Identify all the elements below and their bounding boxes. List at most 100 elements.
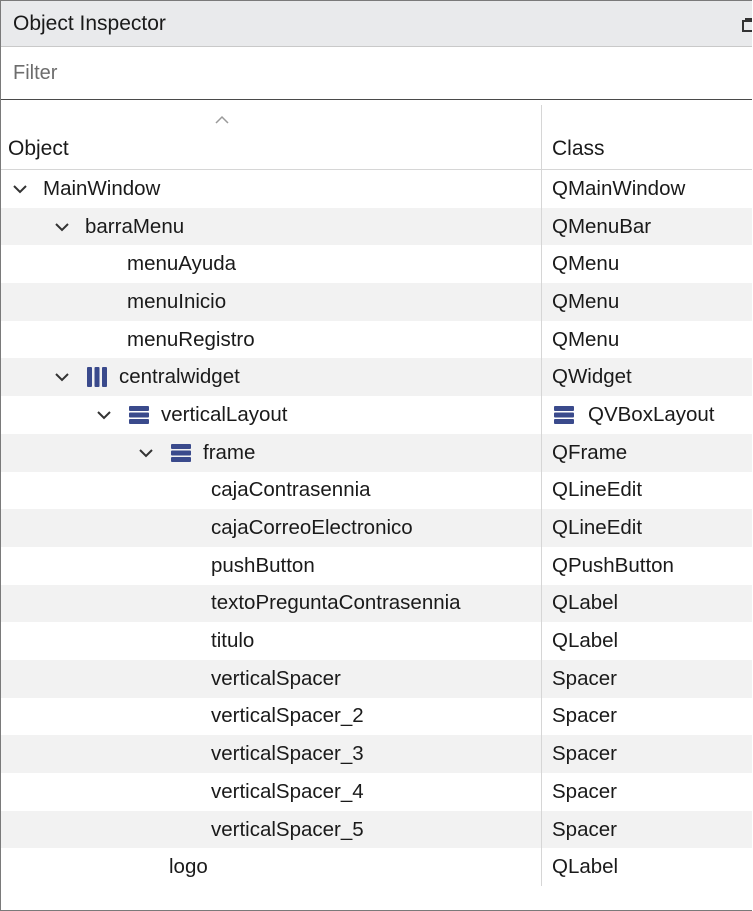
- object-name: menuRegistro: [127, 327, 255, 351]
- class-name: QMainWindow: [552, 176, 686, 200]
- class-cell[interactable]: Spacer: [542, 698, 752, 736]
- column-header-class[interactable]: Class: [542, 105, 752, 169]
- chevron-down-icon[interactable]: [51, 216, 73, 238]
- object-cell[interactable]: titulo: [1, 622, 542, 660]
- object-cell[interactable]: verticalSpacer_4: [1, 773, 542, 811]
- class-name: QMenuBar: [552, 214, 652, 238]
- panel-titlebar: Object Inspector: [1, 1, 752, 47]
- object-cell[interactable]: MainWindow: [1, 170, 542, 208]
- object-name: verticalSpacer_3: [211, 742, 364, 766]
- chevron-down-icon[interactable]: [9, 178, 31, 200]
- class-cell[interactable]: QLineEdit: [542, 472, 752, 510]
- class-cell[interactable]: QLabel: [542, 622, 752, 660]
- object-cell[interactable]: pushButton: [1, 546, 542, 585]
- object-name: MainWindow: [43, 176, 161, 200]
- tree-row[interactable]: menuInicio QMenu: [1, 283, 752, 321]
- class-name: QFrame: [552, 440, 628, 464]
- class-cell[interactable]: Spacer: [542, 811, 752, 849]
- filter-input[interactable]: [13, 61, 613, 85]
- class-cell[interactable]: QLabel: [542, 585, 752, 623]
- object-cell[interactable]: verticalSpacer: [1, 659, 542, 698]
- tree-row[interactable]: menuAyuda QMenu: [1, 245, 752, 284]
- class-name: QWidget: [552, 365, 632, 389]
- tree-row[interactable]: cajaContrasennia QLineEdit: [1, 471, 752, 510]
- tree-row[interactable]: barraMenu QMenuBar: [1, 207, 752, 246]
- tree-row[interactable]: pushButton QPushButton: [1, 546, 752, 585]
- class-name: QPushButton: [552, 553, 674, 577]
- object-name: centralwidget: [119, 365, 240, 389]
- class-name: Spacer: [552, 666, 617, 690]
- object-name: logo: [169, 855, 208, 879]
- object-name: frame: [203, 440, 256, 464]
- tree-row[interactable]: frame QFrame: [1, 433, 752, 472]
- object-name: textoPreguntaContrasennia: [211, 591, 461, 615]
- column-header-object-label: Object: [8, 137, 69, 160]
- object-cell[interactable]: menuRegistro: [1, 320, 542, 359]
- class-cell[interactable]: QPushButton: [542, 547, 752, 585]
- tree-row[interactable]: centralwidget QWidget: [1, 358, 752, 397]
- object-cell[interactable]: verticalSpacer_3: [1, 735, 542, 773]
- class-name: QLineEdit: [552, 516, 643, 540]
- column-header-object[interactable]: Object: [1, 105, 542, 169]
- class-cell[interactable]: QWidget: [542, 358, 752, 396]
- tree-row[interactable]: verticalSpacer_3 Spacer: [1, 735, 752, 773]
- class-cell[interactable]: QMenu: [542, 283, 752, 321]
- tree-row[interactable]: textoPreguntaContrasennia QLabel: [1, 584, 752, 623]
- object-name: menuAyuda: [127, 252, 237, 276]
- chevron-down-icon[interactable]: [135, 442, 157, 464]
- object-cell[interactable]: verticalSpacer_5: [1, 810, 542, 849]
- float-panel-icon[interactable]: [742, 15, 752, 32]
- class-cell[interactable]: QVBoxLayout: [542, 396, 752, 434]
- tree-row[interactable]: verticalSpacer_4 Spacer: [1, 773, 752, 811]
- object-cell[interactable]: barraMenu: [1, 207, 542, 246]
- object-name: verticalSpacer_4: [211, 779, 364, 803]
- class-cell[interactable]: Spacer: [542, 735, 752, 773]
- column-header-class-label: Class: [552, 137, 605, 160]
- tree-row[interactable]: cajaCorreoElectronico QLineEdit: [1, 509, 752, 547]
- class-cell[interactable]: QMenuBar: [542, 208, 752, 246]
- object-name: menuInicio: [127, 289, 227, 313]
- class-cell[interactable]: QFrame: [542, 434, 752, 472]
- object-name: cajaCorreoElectronico: [211, 516, 413, 540]
- object-cell[interactable]: menuInicio: [1, 283, 542, 321]
- object-cell[interactable]: cajaContrasennia: [1, 471, 542, 510]
- tree-row[interactable]: logo QLabel: [1, 848, 752, 887]
- tree-row[interactable]: MainWindow QMainWindow: [1, 170, 752, 208]
- object-cell[interactable]: verticalLayout: [1, 396, 542, 434]
- class-cell[interactable]: QMenu: [542, 321, 752, 359]
- class-name: QVBoxLayout: [588, 402, 715, 426]
- object-cell[interactable]: logo: [1, 848, 542, 887]
- tree-row[interactable]: menuRegistro QMenu: [1, 320, 752, 359]
- class-name: Spacer: [552, 817, 617, 841]
- object-cell[interactable]: textoPreguntaContrasennia: [1, 584, 542, 623]
- class-name: QMenu: [552, 252, 620, 276]
- vbox-layout-icon: [552, 403, 576, 427]
- object-cell[interactable]: cajaCorreoElectronico: [1, 509, 542, 547]
- class-cell[interactable]: Spacer: [542, 660, 752, 698]
- tree-row[interactable]: verticalSpacer_2 Spacer: [1, 697, 752, 736]
- class-cell[interactable]: QMenu: [542, 245, 752, 283]
- tree-row[interactable]: verticalSpacer_5 Spacer: [1, 810, 752, 849]
- vbox-layout-icon: [127, 403, 151, 427]
- object-inspector-panel: Object Inspector Object Class MainWindow…: [0, 0, 752, 911]
- class-name: QLabel: [552, 629, 619, 653]
- sort-ascending-icon: [214, 107, 230, 124]
- class-cell[interactable]: QLineEdit: [542, 509, 752, 547]
- tree-row[interactable]: verticalSpacer Spacer: [1, 659, 752, 698]
- object-cell[interactable]: menuAyuda: [1, 245, 542, 284]
- vbox-layout-icon: [169, 441, 193, 465]
- panel-title: Object Inspector: [13, 11, 166, 35]
- class-name: Spacer: [552, 704, 617, 728]
- class-name: Spacer: [552, 779, 617, 803]
- chevron-down-icon[interactable]: [93, 404, 115, 426]
- object-cell[interactable]: verticalSpacer_2: [1, 697, 542, 736]
- chevron-down-icon[interactable]: [51, 366, 73, 388]
- class-cell[interactable]: Spacer: [542, 773, 752, 811]
- tree-row[interactable]: verticalLayout QVBoxLayout: [1, 396, 752, 434]
- class-name: QLineEdit: [552, 478, 643, 502]
- object-cell[interactable]: frame: [1, 433, 542, 472]
- object-cell[interactable]: centralwidget: [1, 358, 542, 397]
- tree-row[interactable]: titulo QLabel: [1, 622, 752, 660]
- class-cell[interactable]: QLabel: [542, 848, 752, 886]
- class-cell[interactable]: QMainWindow: [542, 170, 752, 208]
